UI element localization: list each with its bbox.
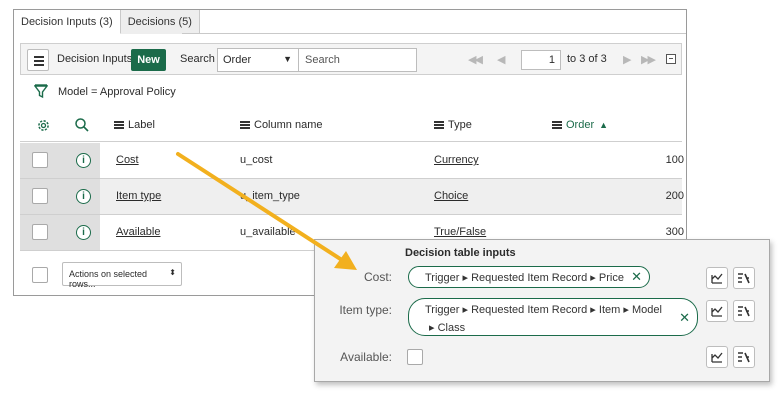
callout-arrow: [176, 152, 357, 270]
